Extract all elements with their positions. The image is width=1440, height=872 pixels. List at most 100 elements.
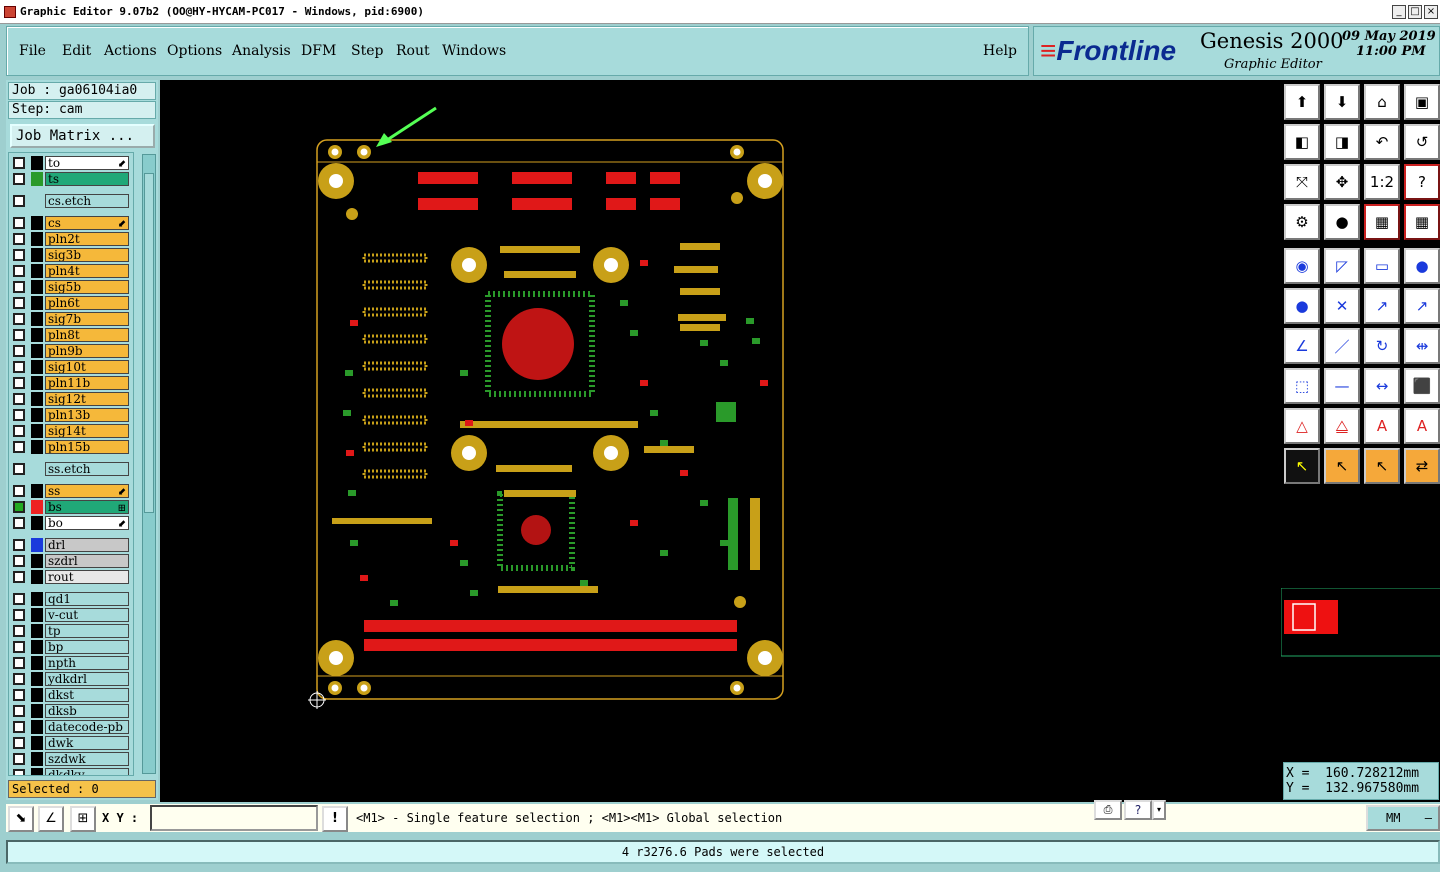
layer-name[interactable]: ts — [45, 172, 129, 186]
layer-name[interactable]: rout — [45, 570, 129, 584]
layer-checkbox[interactable] — [13, 609, 25, 621]
layer-row-bo[interactable]: bo ⬋ — [9, 515, 133, 531]
layer-checkbox[interactable] — [13, 769, 25, 775]
surface-fill-icon[interactable]: A — [1404, 408, 1440, 444]
layer-checkbox[interactable] — [13, 737, 25, 749]
layer-row-dwk[interactable]: dwk — [9, 735, 133, 751]
layer-checkbox[interactable] — [13, 441, 25, 453]
layer-name[interactable]: dkdkv — [45, 768, 129, 775]
layer-name[interactable]: dksb — [45, 704, 129, 718]
pan-left-icon[interactable]: ◧ — [1284, 124, 1320, 160]
menu-actions[interactable]: Actions — [104, 43, 157, 59]
layer-row-ss[interactable]: ss ⬋ — [9, 483, 133, 499]
layer-checkbox[interactable] — [13, 673, 25, 685]
layer-checkbox[interactable] — [13, 689, 25, 701]
layer-color-swatch[interactable] — [31, 484, 43, 498]
layer-color-swatch[interactable] — [31, 248, 43, 262]
layer-name[interactable]: pln4t — [45, 264, 129, 278]
fit-screen-icon[interactable]: ⤧ — [1284, 164, 1320, 200]
layer-row-sig14t[interactable]: sig14t — [9, 423, 133, 439]
maximize-icon[interactable]: □ — [1408, 5, 1422, 19]
zoom-home-icon[interactable]: ✥ — [1324, 164, 1360, 200]
layer-row-ydkdrl[interactable]: ydkdrl — [9, 671, 133, 687]
layer-stack-icon[interactable]: ▦ — [1364, 204, 1400, 240]
layer-row-szdwk[interactable]: szdwk — [9, 751, 133, 767]
layer-down-icon[interactable]: ⬇ — [1324, 84, 1360, 120]
layer-name[interactable]: npth — [45, 656, 129, 670]
layer-checkbox[interactable] — [13, 265, 25, 277]
layer-color-swatch[interactable] — [31, 736, 43, 750]
layer-row-pln11b[interactable]: pln11b — [9, 375, 133, 391]
layer-color-swatch[interactable] — [31, 408, 43, 422]
layer-name[interactable]: dwk — [45, 736, 129, 750]
layer-checkbox[interactable] — [13, 233, 25, 245]
layer-color-swatch[interactable] — [31, 570, 43, 584]
layer-checkbox[interactable] — [13, 361, 25, 373]
layer-row-sig3b[interactable]: sig3b — [9, 247, 133, 263]
snap-tools-icon[interactable]: ⚙ — [1284, 204, 1320, 240]
layer-name[interactable]: datecode-pb — [45, 720, 129, 734]
layer-name[interactable]: ydkdrl — [45, 672, 129, 686]
layer-checkbox[interactable] — [13, 217, 25, 229]
menu-file[interactable]: File — [19, 43, 46, 59]
select-net-icon[interactable]: ⇄ — [1404, 448, 1440, 484]
layer-checkbox[interactable] — [13, 501, 25, 513]
layer-name[interactable]: bs ⊞ — [45, 500, 129, 514]
layer-row-dkst[interactable]: dkst — [9, 687, 133, 703]
layer-checkbox[interactable] — [13, 625, 25, 637]
menu-rout[interactable]: Rout — [396, 43, 430, 59]
layer-color-swatch[interactable] — [31, 516, 43, 530]
menu-analysis[interactable]: Analysis — [232, 43, 291, 59]
layer-checkbox[interactable] — [13, 485, 25, 497]
layer-row-pln9b[interactable]: pln9b — [9, 343, 133, 359]
help-dropdown-icon[interactable]: ▾ — [1152, 800, 1166, 820]
print-icon[interactable]: ⎙ — [1094, 800, 1122, 820]
layer-name[interactable]: pln8t — [45, 328, 129, 342]
layer-color-swatch[interactable] — [31, 752, 43, 766]
layer-checkbox[interactable] — [13, 195, 25, 207]
layer-checkbox[interactable] — [13, 641, 25, 653]
layer-row-pln15b[interactable]: pln15b — [9, 439, 133, 455]
ruler-icon[interactable]: ▭ — [1364, 248, 1400, 284]
layer-name[interactable]: bp — [45, 640, 129, 654]
segment-icon[interactable]: — — [1324, 368, 1360, 404]
layer-name[interactable]: pln13b — [45, 408, 129, 422]
layer-row-szdrl[interactable]: szdrl — [9, 553, 133, 569]
add-pad-icon[interactable]: ◉ — [1284, 248, 1320, 284]
pan-right-icon[interactable]: ◨ — [1324, 124, 1360, 160]
layer-checkbox[interactable] — [13, 377, 25, 389]
layer-checkbox[interactable] — [13, 393, 25, 405]
measure-probe-icon[interactable]: ● — [1324, 204, 1360, 240]
layer-checkbox[interactable] — [13, 555, 25, 567]
layer-checkbox[interactable] — [13, 539, 25, 551]
layer-checkbox[interactable] — [13, 517, 25, 529]
layer-checkbox[interactable] — [13, 157, 25, 169]
layer-color-swatch[interactable] — [31, 424, 43, 438]
add-line-icon[interactable]: ◸ — [1324, 248, 1360, 284]
layer-row-pln4t[interactable]: pln4t — [9, 263, 133, 279]
layer-checkbox[interactable] — [13, 281, 25, 293]
layer-row-cs.etch[interactable]: cs.etch — [9, 193, 133, 209]
layer-name[interactable]: pln9b — [45, 344, 129, 358]
layer-name[interactable]: szdwk — [45, 752, 129, 766]
layer-name[interactable]: ss.etch — [45, 462, 129, 476]
layer-compare-icon[interactable]: ▦ — [1404, 204, 1440, 240]
pcb-board-view[interactable] — [160, 80, 1281, 802]
layer-name[interactable]: cs ⬋ — [45, 216, 129, 230]
connect-icon[interactable]: ● — [1284, 288, 1320, 324]
polygon-icon[interactable]: △ — [1284, 408, 1320, 444]
help-query-icon[interactable]: ? — [1404, 164, 1440, 200]
layer-color-swatch[interactable] — [31, 392, 43, 406]
layer-name[interactable]: bo ⬋ — [45, 516, 129, 530]
layer-name[interactable]: qd1 — [45, 592, 129, 606]
layer-color-swatch[interactable] — [31, 440, 43, 454]
layer-checkbox[interactable] — [13, 753, 25, 765]
layer-color-swatch[interactable] — [31, 608, 43, 622]
select-cross-icon[interactable]: ↖ — [1364, 448, 1400, 484]
layer-row-bs[interactable]: bs ⊞ — [9, 499, 133, 515]
help-question-icon[interactable]: ? — [1124, 800, 1152, 820]
layer-color-swatch[interactable] — [31, 328, 43, 342]
layer-row-sig7b[interactable]: sig7b — [9, 311, 133, 327]
home-icon[interactable]: ⌂ — [1364, 84, 1400, 120]
layer-name[interactable]: pln11b — [45, 376, 129, 390]
